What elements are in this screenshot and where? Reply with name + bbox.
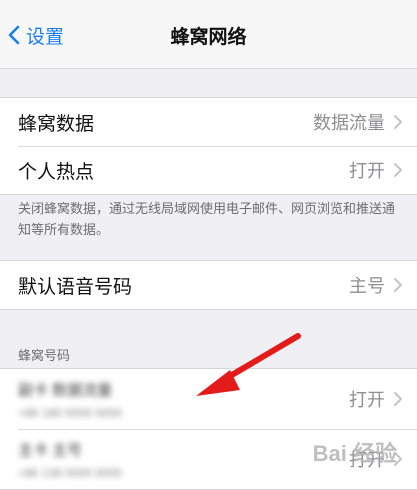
line-number: +86 138 0000 0000 (18, 465, 122, 480)
cellular-data-value: 数据流量 (313, 113, 385, 133)
cellular-data-row[interactable]: 蜂窝数据 数据流量 (0, 98, 417, 146)
line-number: +86 180 0000 0000 (18, 405, 122, 420)
default-voice-line-value: 主号 (349, 276, 385, 296)
cellular-settings-group: 蜂窝数据 数据流量 个人热点 打开 (0, 97, 417, 195)
page-title: 蜂窝网络 (170, 27, 247, 48)
chevron-right-icon (394, 115, 402, 129)
chevron-right-icon (394, 163, 402, 177)
section-header: 蜂窝号码 (18, 348, 71, 363)
line-name: 主卡 主号 (18, 441, 83, 459)
personal-hotspot-value: 打开 (349, 161, 385, 181)
line-info: 主卡 主号 +86 138 0000 0000 (18, 439, 349, 480)
watermark: Bai 经验 (312, 441, 397, 466)
chevron-right-icon (394, 278, 402, 292)
line-status-value: 打开 (349, 390, 385, 410)
personal-hotspot-row[interactable]: 个人热点 打开 (0, 146, 417, 194)
default-voice-line-row[interactable]: 默认语音号码 主号 (0, 261, 417, 309)
personal-hotspot-label: 个人热点 (18, 161, 95, 183)
cellular-data-label: 蜂窝数据 (18, 113, 95, 135)
annotation-arrow-icon (196, 333, 301, 396)
navigation-bar: 设置 蜂窝网络 (0, 0, 417, 69)
cellular-data-footer: 关闭蜂窝数据，通过无线局域网使用电子邮件、网页浏览和推送通知等所有数据。 (18, 201, 396, 237)
default-voice-line-label: 默认语音号码 (18, 276, 133, 298)
chevron-right-icon (394, 392, 402, 406)
voice-settings-group: 默认语音号码 主号 (0, 260, 417, 310)
